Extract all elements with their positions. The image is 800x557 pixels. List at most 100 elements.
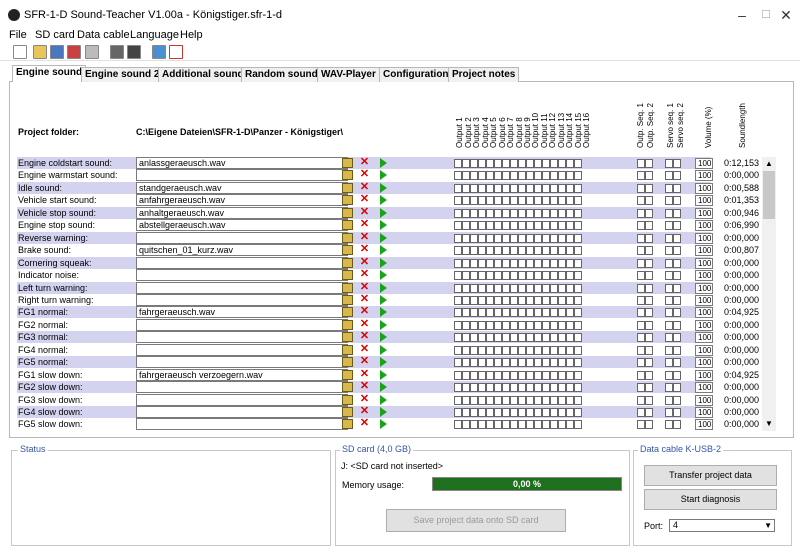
output-checkbox[interactable]: [526, 408, 534, 417]
output-checkbox[interactable]: [665, 196, 673, 206]
output-checkbox[interactable]: [494, 171, 502, 181]
output-checkbox[interactable]: [526, 183, 534, 193]
output-checkbox[interactable]: [478, 383, 486, 393]
output-checkbox[interactable]: [550, 295, 558, 305]
output-checkbox[interactable]: [462, 383, 470, 393]
play-icon[interactable]: [380, 158, 387, 168]
output-checkbox[interactable]: [566, 246, 574, 256]
open-folder-icon[interactable]: [342, 257, 353, 268]
output-checkbox[interactable]: [510, 370, 518, 380]
output-checkbox[interactable]: [637, 283, 645, 293]
output-checkbox[interactable]: [550, 159, 558, 168]
output-checkbox[interactable]: [478, 208, 486, 218]
output-checkbox[interactable]: [526, 358, 534, 368]
menu-sd-card[interactable]: SD card: [35, 29, 75, 41]
output-checkbox[interactable]: [673, 271, 681, 281]
output-checkbox[interactable]: [454, 171, 462, 181]
output-checkbox[interactable]: [558, 333, 566, 343]
delete-icon[interactable]: ✕: [359, 281, 370, 293]
output-checkbox[interactable]: [673, 295, 681, 305]
open-folder-icon[interactable]: [342, 344, 353, 355]
output-checkbox[interactable]: [478, 333, 486, 343]
sound-file-input[interactable]: [136, 418, 348, 431]
output-checkbox[interactable]: [526, 196, 534, 206]
output-checkbox[interactable]: [534, 258, 542, 268]
output-checkbox[interactable]: [550, 283, 558, 293]
output-checkbox[interactable]: [502, 358, 510, 368]
output-checkbox[interactable]: [486, 183, 494, 193]
output-checkbox[interactable]: [526, 295, 534, 305]
output-checkbox[interactable]: [454, 420, 462, 430]
output-checkbox[interactable]: [637, 370, 645, 380]
output-checkbox[interactable]: [470, 196, 478, 206]
scroll-down-arrow-icon[interactable]: ▼: [762, 417, 776, 431]
output-checkbox[interactable]: [518, 370, 526, 380]
output-checkbox[interactable]: [637, 320, 645, 330]
output-checkbox[interactable]: [494, 221, 502, 231]
output-checkbox[interactable]: [534, 233, 542, 243]
output-checkbox[interactable]: [510, 420, 518, 430]
output-checkbox[interactable]: [518, 233, 526, 243]
tab-additional-sound[interactable]: Additional sound: [158, 67, 248, 82]
output-checkbox[interactable]: [510, 295, 518, 305]
output-checkbox[interactable]: [518, 358, 526, 368]
play-icon[interactable]: [380, 419, 387, 430]
output-checkbox[interactable]: [470, 221, 478, 231]
output-checkbox[interactable]: [462, 333, 470, 343]
output-checkbox[interactable]: [574, 308, 582, 318]
volume-input[interactable]: 100: [695, 319, 713, 331]
output-checkbox[interactable]: [558, 258, 566, 268]
output-checkbox[interactable]: [462, 258, 470, 268]
output-checkbox[interactable]: [470, 308, 478, 318]
output-checkbox[interactable]: [550, 208, 558, 218]
minimize-button[interactable]: –: [732, 6, 752, 24]
output-checkbox[interactable]: [518, 320, 526, 330]
output-checkbox[interactable]: [534, 196, 542, 206]
output-checkbox[interactable]: [665, 221, 673, 231]
tab-random-sound[interactable]: Random sound: [241, 67, 322, 82]
output-checkbox[interactable]: [637, 345, 645, 355]
open-folder-icon[interactable]: [342, 419, 353, 430]
output-checkbox[interactable]: [645, 159, 653, 168]
output-checkbox[interactable]: [502, 408, 510, 417]
output-checkbox[interactable]: [526, 383, 534, 393]
output-checkbox[interactable]: [454, 196, 462, 206]
output-checkbox[interactable]: [645, 246, 653, 256]
output-checkbox[interactable]: [574, 383, 582, 393]
delete-icon[interactable]: ✕: [359, 343, 370, 355]
output-checkbox[interactable]: [566, 196, 574, 206]
output-checkbox[interactable]: [454, 308, 462, 318]
output-checkbox[interactable]: [518, 420, 526, 430]
output-checkbox[interactable]: [478, 246, 486, 256]
output-checkbox[interactable]: [645, 408, 653, 417]
output-checkbox[interactable]: [558, 345, 566, 355]
sound-file-input[interactable]: [136, 381, 348, 394]
menu-file[interactable]: File: [9, 29, 27, 41]
output-checkbox[interactable]: [470, 159, 478, 168]
output-checkbox[interactable]: [534, 395, 542, 405]
scroll-up-arrow-icon[interactable]: ▲: [762, 157, 776, 171]
output-checkbox[interactable]: [558, 408, 566, 417]
output-checkbox[interactable]: [645, 420, 653, 430]
start-diagnosis-button[interactable]: Start diagnosis: [644, 489, 777, 510]
output-checkbox[interactable]: [665, 333, 673, 343]
output-checkbox[interactable]: [665, 283, 673, 293]
output-checkbox[interactable]: [566, 395, 574, 405]
output-checkbox[interactable]: [478, 320, 486, 330]
output-checkbox[interactable]: [486, 345, 494, 355]
output-checkbox[interactable]: [518, 271, 526, 281]
output-checkbox[interactable]: [637, 308, 645, 318]
play-icon[interactable]: [380, 220, 387, 231]
output-checkbox[interactable]: [566, 233, 574, 243]
output-checkbox[interactable]: [558, 221, 566, 231]
tab-wav-player[interactable]: WAV-Player: [317, 67, 380, 82]
output-checkbox[interactable]: [637, 295, 645, 305]
output-checkbox[interactable]: [462, 208, 470, 218]
output-checkbox[interactable]: [470, 258, 478, 268]
output-checkbox[interactable]: [645, 196, 653, 206]
output-checkbox[interactable]: [566, 408, 574, 417]
output-checkbox[interactable]: [486, 283, 494, 293]
output-checkbox[interactable]: [526, 159, 534, 168]
volume-input[interactable]: 100: [695, 270, 713, 282]
play-icon[interactable]: [380, 207, 387, 218]
